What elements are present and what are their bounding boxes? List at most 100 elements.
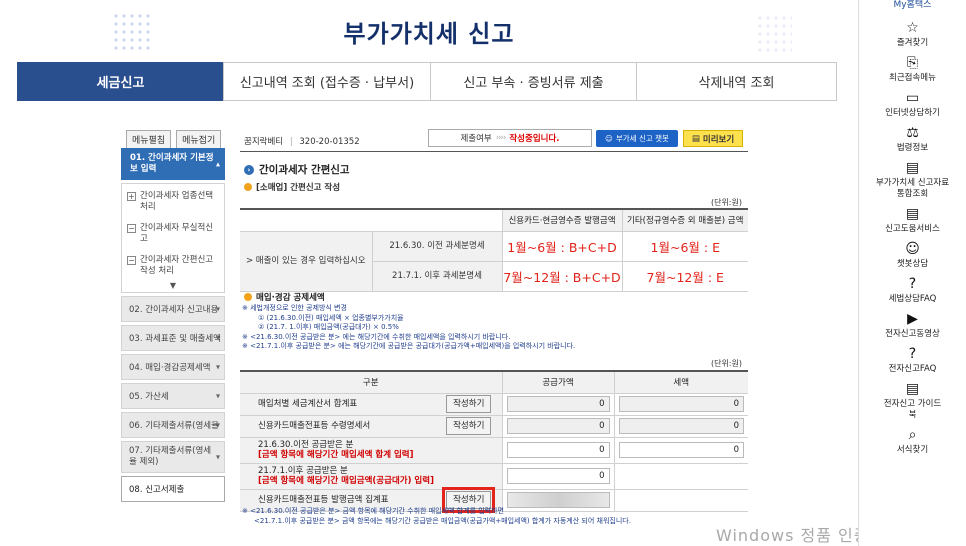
minus-box-icon: −: [127, 224, 136, 233]
plus-box-icon: +: [127, 192, 136, 201]
note-line: ① (21.6.30.이전) 매입세액 × 업종별부가가치율: [258, 313, 404, 322]
period-label-1: 21.6.30. 이전 과세분명세: [371, 230, 502, 262]
sidebar-label: 부가가치세 신고자료 통합조회: [875, 178, 950, 199]
tab-tax-report[interactable]: 세금신고: [17, 62, 224, 101]
table-row: 21.7.1.이후 공급받은 분 [금액 항목에 해당기간 매입금액(공급대가)…: [240, 463, 748, 490]
supply-input-after-0701[interactable]: 0: [506, 468, 610, 484]
tax-cell: [613, 463, 748, 490]
col-category-header: 구분: [240, 371, 502, 394]
write-button-invoice[interactable]: 작성하기: [446, 395, 492, 413]
sidebar-item-video[interactable]: ▶ 전자신고동영상: [859, 305, 966, 340]
row-button-cell: 작성하기: [436, 415, 502, 438]
chevron-down-icon: ▾: [215, 333, 220, 343]
write-button-card-receipt[interactable]: 작성하기: [446, 417, 492, 435]
chatbot-label: 부가세 신고 챗봇: [615, 134, 669, 143]
business-info: 꿈지락베티 | 320-20-01352: [244, 135, 360, 147]
sidebar-item-law[interactable]: ⚖ 법령정보: [859, 119, 966, 154]
sidebar-item-vat-data[interactable]: ▤ 부가가치세 신고자료 통합조회: [859, 154, 966, 200]
deduction-title-text: 매입·경감 공제세액: [256, 293, 325, 303]
sidebar-item-form-search[interactable]: ⌕ 서식찾기: [859, 421, 966, 456]
menu-item-06[interactable]: 06. 기타제출서류(영세율 ▾: [121, 412, 225, 438]
menu-item-03[interactable]: 03. 과세표준 및 매출세액 ▾: [121, 325, 225, 351]
menu-collapse-button[interactable]: 메뉴접기: [176, 130, 222, 149]
row-button-cell: 작성하기: [436, 393, 502, 416]
submenu-label: 간이과세자 간편신고 작성 처리: [140, 255, 214, 276]
note-text: <21.6.30.이전 공급받은 분> 에는 해당기간에 수취한 매입세액을 입…: [250, 332, 511, 341]
tab-attachments[interactable]: 신고 부속 · 증빙서류 제출: [430, 62, 637, 101]
sidebar-label: 전자신고 가이드북: [883, 399, 942, 420]
divider: [240, 151, 748, 152]
menu-expand-button[interactable]: 메뉴펼침: [126, 130, 172, 149]
menu-item-02[interactable]: 02. 간이과세자 신고내용 ▾: [121, 296, 225, 322]
sidebar-label: 최근접속메뉴: [889, 73, 936, 83]
table-row: 매입처별 세금계산서 합계표 작성하기 0 0: [240, 393, 748, 416]
menu-item-label: 02. 간이과세자 신고내용: [129, 305, 219, 315]
menu-item-label: 07. 기타제출서류(영세율 제외): [129, 446, 212, 467]
orange-bullet-icon: [244, 183, 252, 191]
sidebar-item-favorites[interactable]: ☆ 즐겨찾기: [859, 14, 966, 49]
chevron-up-icon: ▴: [215, 159, 220, 169]
tax-field-card: 0: [618, 418, 744, 434]
tax-cell: [613, 489, 748, 512]
row-label: 신용카드매출전표등 수령명세서: [240, 415, 436, 438]
menu-toggle-group: 메뉴펼침 메뉴접기: [126, 130, 222, 149]
sidebar-item-recent[interactable]: ⎘ 최근접속메뉴: [859, 49, 966, 84]
footnote-line: ※ <21.6.30.이전 공급받은 분> 금액 항목에 해당기간 수취한 매입…: [242, 507, 504, 515]
menu-item-05[interactable]: 05. 가산세 ▾: [121, 383, 225, 409]
tab-deleted-history[interactable]: 삭제내역 조회: [636, 62, 837, 101]
status-label: 제출여부: [460, 134, 492, 144]
sales-table: 신용카드·현금영수증 발행금액 기타(정규영수증 외 매출분) 금액 > 매출이…: [240, 208, 748, 292]
supply-cell: 0: [501, 463, 614, 490]
book-icon: ▤: [905, 206, 920, 222]
deduction-table: 구분 공급가액 세액 매입처별 세금계산서 합계표 작성하기 0 0 신용카드매…: [240, 370, 748, 513]
chevron-down-icon: ▾: [215, 304, 220, 314]
menu-item-08[interactable]: 08. 신고서제출: [121, 476, 225, 502]
row-label-text: 21.7.1.이후 공급받은 분: [258, 466, 348, 476]
gavel-icon: ⚖: [906, 125, 919, 141]
faq-icon: ?: [908, 276, 917, 292]
sales-row-label: > 매출이 있는 경우 입력하십시오: [240, 230, 372, 292]
tax-cell: 0: [613, 415, 748, 438]
menu-item-label: 05. 가산세: [129, 392, 169, 402]
page-title: 부가가치세 신고: [343, 20, 515, 48]
submission-status: 제출여부 ›››› 작성중입니다.: [428, 129, 592, 147]
sales-table-blank-header: [240, 208, 502, 232]
submenu-item-simple-report[interactable]: − 간이과세자 간편신고 작성 처리: [122, 250, 224, 282]
faq-icon: ?: [908, 346, 917, 362]
supply-input-before-0630[interactable]: 0: [506, 442, 610, 458]
sidebar-label: 전자신고동영상: [885, 329, 940, 339]
menu-subgroup: + 간이과세자 업종선택 처리 − 간이과세자 무실적신고 − 간이과세자 간편…: [121, 183, 225, 293]
sidebar-item-guidebook[interactable]: ▤ 전자신고 가이드북: [859, 375, 966, 421]
supply-cell: 0: [501, 437, 614, 464]
table-row: 신용카드매출전표등 수령명세서 작성하기 0 0: [240, 415, 748, 438]
menu-item-04[interactable]: 04. 매입·경감공제세액 ▾: [121, 354, 225, 380]
menu-item-label: 08. 신고서제출: [129, 485, 185, 495]
preview-button[interactable]: ▤ 미리보기: [683, 130, 743, 147]
sidebar-item-tax-faq[interactable]: ? 세법상담FAQ: [859, 270, 966, 305]
chevron-down-icon: ▼: [169, 281, 177, 290]
business-name: 꿈지락베티: [244, 137, 284, 147]
col-supply-header: 공급가액: [501, 371, 614, 394]
sidebar-item-help-service[interactable]: ▤ 신고도움서비스: [859, 200, 966, 235]
sidebar-item-chatbot[interactable]: ☺ 챗봇상담: [859, 235, 966, 270]
deduction-notes: ※ 세법개정으로 인한 공제방식 변경 ① (21.6.30.이전) 매입세액 …: [242, 304, 575, 352]
sidebar-label: 법령정보: [896, 143, 929, 153]
recent-icon: ⎘: [906, 55, 919, 71]
sidebar-item-consult[interactable]: ▭ 인터넷상담하기: [859, 84, 966, 119]
menu-item-label: 04. 매입·경감공제세액: [129, 363, 211, 373]
tax-input-before-0630[interactable]: 0: [618, 442, 744, 458]
menu-item-basic-info[interactable]: 01. 간이과세자 기본정보 입력 ▴: [121, 148, 225, 180]
my-hometax-link[interactable]: My홈택스: [859, 0, 966, 14]
section-title: › 간이과세자 간편신고: [244, 162, 350, 177]
period-label-2: 21.7.1. 이후 과세분명세: [371, 260, 502, 292]
orange-bullet-icon: [244, 293, 252, 301]
top-info-row: 꿈지락베티 | 320-20-01352 제출여부 ›››› 작성중입니다. ☺…: [240, 129, 748, 149]
note-line: ※ 세법개정으로 인한 공제방식 변경: [242, 304, 347, 312]
menu-item-07[interactable]: 07. 기타제출서류(영세율 제외) ▾: [121, 441, 225, 473]
tab-report-history[interactable]: 신고내역 조회 (접수증 · 납부서): [223, 62, 431, 101]
submenu-item-industry[interactable]: + 간이과세자 업종선택 처리: [122, 186, 224, 218]
chatbot-button[interactable]: ☺ 부가세 신고 챗봇: [596, 130, 678, 147]
sales-card-value-2: 7월~12월 : B+C+D: [501, 260, 622, 292]
sidebar-item-efile-faq[interactable]: ? 전자신고FAQ: [859, 340, 966, 375]
submenu-item-no-activity[interactable]: − 간이과세자 무실적신고: [122, 218, 224, 250]
